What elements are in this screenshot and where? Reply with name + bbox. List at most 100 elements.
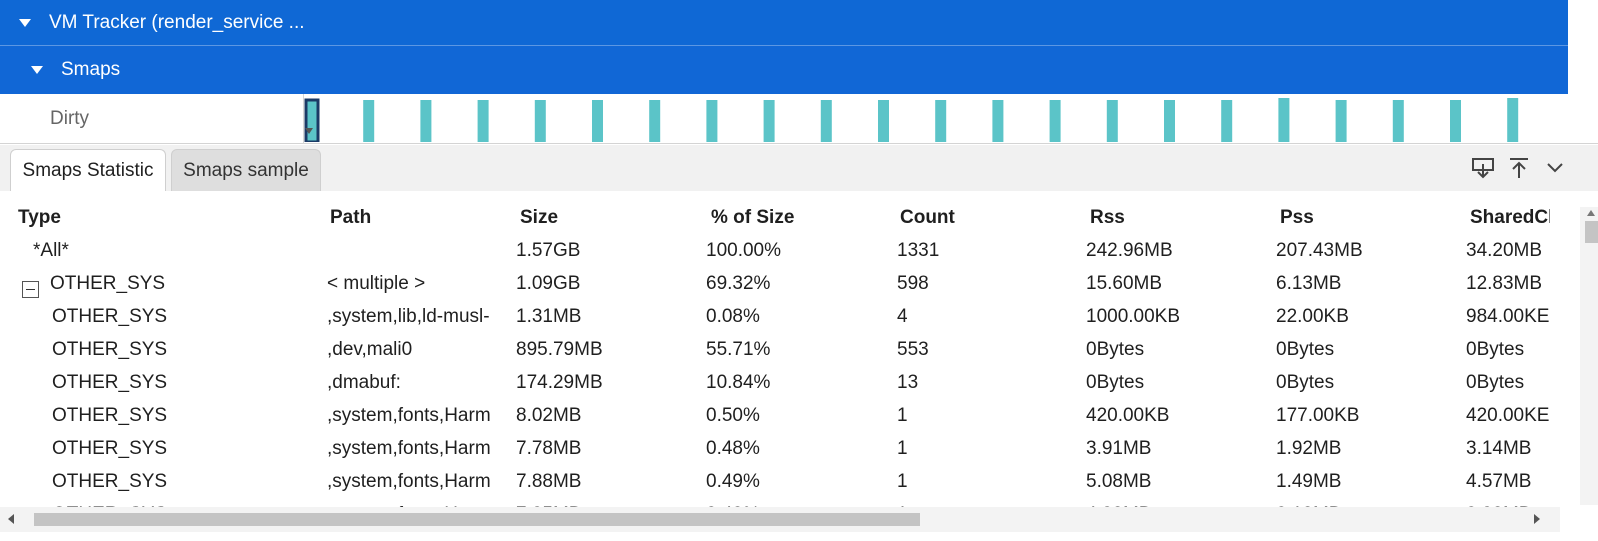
table-row[interactable]: *All* 1.57GB 100.00% 1331 242.96MB 207.43MB 34…: [0, 240, 1550, 273]
cell-rss: 420.00KB: [1086, 405, 1170, 426]
vertical-scrollbar[interactable]: [1580, 207, 1598, 505]
table-row[interactable]: OTHER_SYS < multiple > 1.09GB 69.32% 598 15.6…: [0, 273, 1550, 306]
cell-count: 13: [897, 372, 919, 393]
col-header-size[interactable]: Size: [520, 207, 558, 229]
cell-pss: 0Bytes: [1276, 372, 1335, 393]
col-header-shared-clean[interactable]: SharedCl: [1470, 207, 1550, 229]
cell-shared-clean: 34.20MB: [1466, 240, 1543, 261]
scroll-right-arrow-icon[interactable]: [1533, 513, 1541, 525]
tab-smaps-sample[interactable]: Smaps sample: [171, 149, 321, 191]
table-row[interactable]: OTHER_SYS ,system,fonts,Harm 8.02MB 0.50% 1 4…: [0, 405, 1550, 438]
cell-count: 598: [897, 273, 929, 294]
cell-shared-clean: 420.00KE: [1466, 405, 1550, 426]
cell-pss: 177.00KB: [1276, 405, 1360, 426]
dirty-sample-bar[interactable]: [706, 100, 718, 142]
cell-type: OTHER_SYS: [52, 405, 168, 426]
dirty-sample-bar[interactable]: [363, 100, 375, 142]
smaps-label: Smaps: [61, 59, 121, 80]
scroll-left-arrow-icon[interactable]: [7, 513, 15, 525]
collapse-triangle-icon[interactable]: [31, 66, 43, 74]
vm-tracker-row[interactable]: VM Tracker (render_service ...: [0, 0, 1598, 45]
cell-pss: 22.00KB: [1276, 306, 1349, 327]
col-header-path[interactable]: Path: [330, 207, 371, 229]
dirty-track[interactable]: Dirty: [0, 94, 1598, 144]
cell-type: OTHER_SYS: [52, 306, 168, 327]
cell-type: *All*: [33, 240, 69, 261]
vm-tracker-label: VM Tracker (render_service ...: [49, 11, 305, 33]
cell-count: 4: [897, 306, 908, 327]
cell-shared-clean: 0Bytes: [1466, 372, 1525, 393]
table-row[interactable]: OTHER_SYS ,dmabuf: 174.29MB 10.84% 13 0Bytes 0…: [0, 372, 1550, 405]
cell-pss: 207.43MB: [1276, 240, 1363, 261]
tab-bar: Smaps Statistic Smaps sample: [0, 145, 1598, 192]
expander-minus-icon[interactable]: [22, 281, 39, 298]
cell-rss: 0Bytes: [1086, 339, 1145, 360]
table-row[interactable]: OTHER_SYS ,system,fonts,Harm 7.78MB 0.48% 1 3…: [0, 438, 1550, 471]
cell-shared-clean: 0Bytes: [1466, 339, 1525, 360]
cell-size: 895.79MB: [516, 339, 603, 360]
col-header-type[interactable]: Type: [18, 207, 61, 229]
col-header-count[interactable]: Count: [900, 207, 955, 229]
dirty-track-chart[interactable]: [304, 94, 1564, 142]
cell-rss: 242.96MB: [1086, 240, 1173, 261]
collapse-triangle-icon[interactable]: [19, 18, 31, 27]
smaps-row[interactable]: Smaps: [0, 46, 1598, 94]
scroll-up-arrow-icon[interactable]: [1586, 209, 1596, 217]
cell-rss: 0Bytes: [1086, 372, 1145, 393]
download-icon[interactable]: [1470, 155, 1496, 181]
cell-pct-size: 55.71%: [706, 339, 771, 360]
dirty-sample-bar[interactable]: [649, 100, 661, 142]
dirty-sample-bar[interactable]: [1164, 100, 1175, 142]
col-header-rss[interactable]: Rss: [1090, 207, 1125, 229]
cell-rss: 3.91MB: [1086, 438, 1152, 459]
dirty-sample-bar[interactable]: [592, 100, 603, 142]
chevron-down-icon[interactable]: [1542, 155, 1568, 181]
cell-pct-size: 0.50%: [706, 405, 760, 426]
cell-size: 1.57GB: [516, 240, 581, 261]
cell-size: 1.31MB: [516, 306, 582, 327]
vertical-scroll-thumb[interactable]: [1585, 221, 1598, 243]
collapse-top-icon[interactable]: [1506, 155, 1532, 181]
dirty-sample-bar[interactable]: [534, 100, 546, 142]
dirty-sample-bar[interactable]: [1106, 100, 1118, 142]
cell-pct-size: 69.32%: [706, 273, 771, 294]
dirty-sample-bar[interactable]: [820, 100, 832, 142]
tab-smaps-statistic[interactable]: Smaps Statistic: [10, 149, 166, 192]
cell-type: OTHER_SYS: [52, 438, 168, 459]
horizontal-scroll-thumb[interactable]: [34, 513, 920, 526]
dirty-sample-bar[interactable]: [763, 100, 775, 142]
cell-type: OTHER_SYS: [52, 372, 168, 393]
smaps-statistic-table: Type Path Size % of Size Count Rss Pss S…: [0, 191, 1598, 541]
dirty-sample-bar[interactable]: [1221, 100, 1233, 142]
dirty-sample-bar[interactable]: [1507, 98, 1519, 142]
cell-rss: 1000.00KB: [1086, 306, 1181, 327]
dirty-sample-bar[interactable]: [878, 100, 889, 142]
header-right-gutter: [1568, 0, 1598, 94]
dirty-sample-bar[interactable]: [1450, 100, 1461, 142]
table-row[interactable]: OTHER_SYS ,system,lib,ld-musl- 1.31MB 0.08%…: [0, 306, 1550, 339]
cell-rss: 15.60MB: [1086, 273, 1163, 294]
cell-size: 7.78MB: [516, 438, 582, 459]
cell-pss: 6.13MB: [1276, 273, 1342, 294]
cell-path: ,system,lib,ld-musl-: [327, 306, 490, 327]
cell-pct-size: 100.00%: [706, 240, 782, 261]
horizontal-scrollbar[interactable]: [0, 507, 1560, 532]
cell-pct-size: 10.84%: [706, 372, 771, 393]
cell-shared-clean: 4.57MB: [1466, 471, 1532, 492]
dirty-sample-bar[interactable]: [420, 100, 432, 142]
cell-path: ,system,fonts,Harm: [327, 405, 491, 426]
dirty-sample-bar[interactable]: [1335, 100, 1347, 142]
cell-count: 553: [897, 339, 929, 360]
table-row[interactable]: OTHER_SYS ,system,fonts,Harm 7.88MB 0.49% 1 5…: [0, 471, 1550, 504]
col-header-pct-size[interactable]: % of Size: [711, 207, 794, 229]
dirty-sample-bar[interactable]: [1278, 98, 1290, 142]
col-header-pss[interactable]: Pss: [1280, 207, 1314, 229]
table-row[interactable]: OTHER_SYS ,dev,mali0 895.79MB 55.71% 553 0Byt…: [0, 339, 1550, 372]
dirty-sample-bar[interactable]: [992, 100, 1004, 142]
dirty-sample-bar[interactable]: [1049, 100, 1061, 142]
dirty-sample-bar[interactable]: [935, 100, 947, 142]
cell-count: 1: [897, 471, 908, 492]
scroll-down-arrow-icon[interactable]: [304, 126, 314, 136]
dirty-sample-bar[interactable]: [1392, 100, 1404, 142]
dirty-sample-bar[interactable]: [477, 100, 489, 142]
